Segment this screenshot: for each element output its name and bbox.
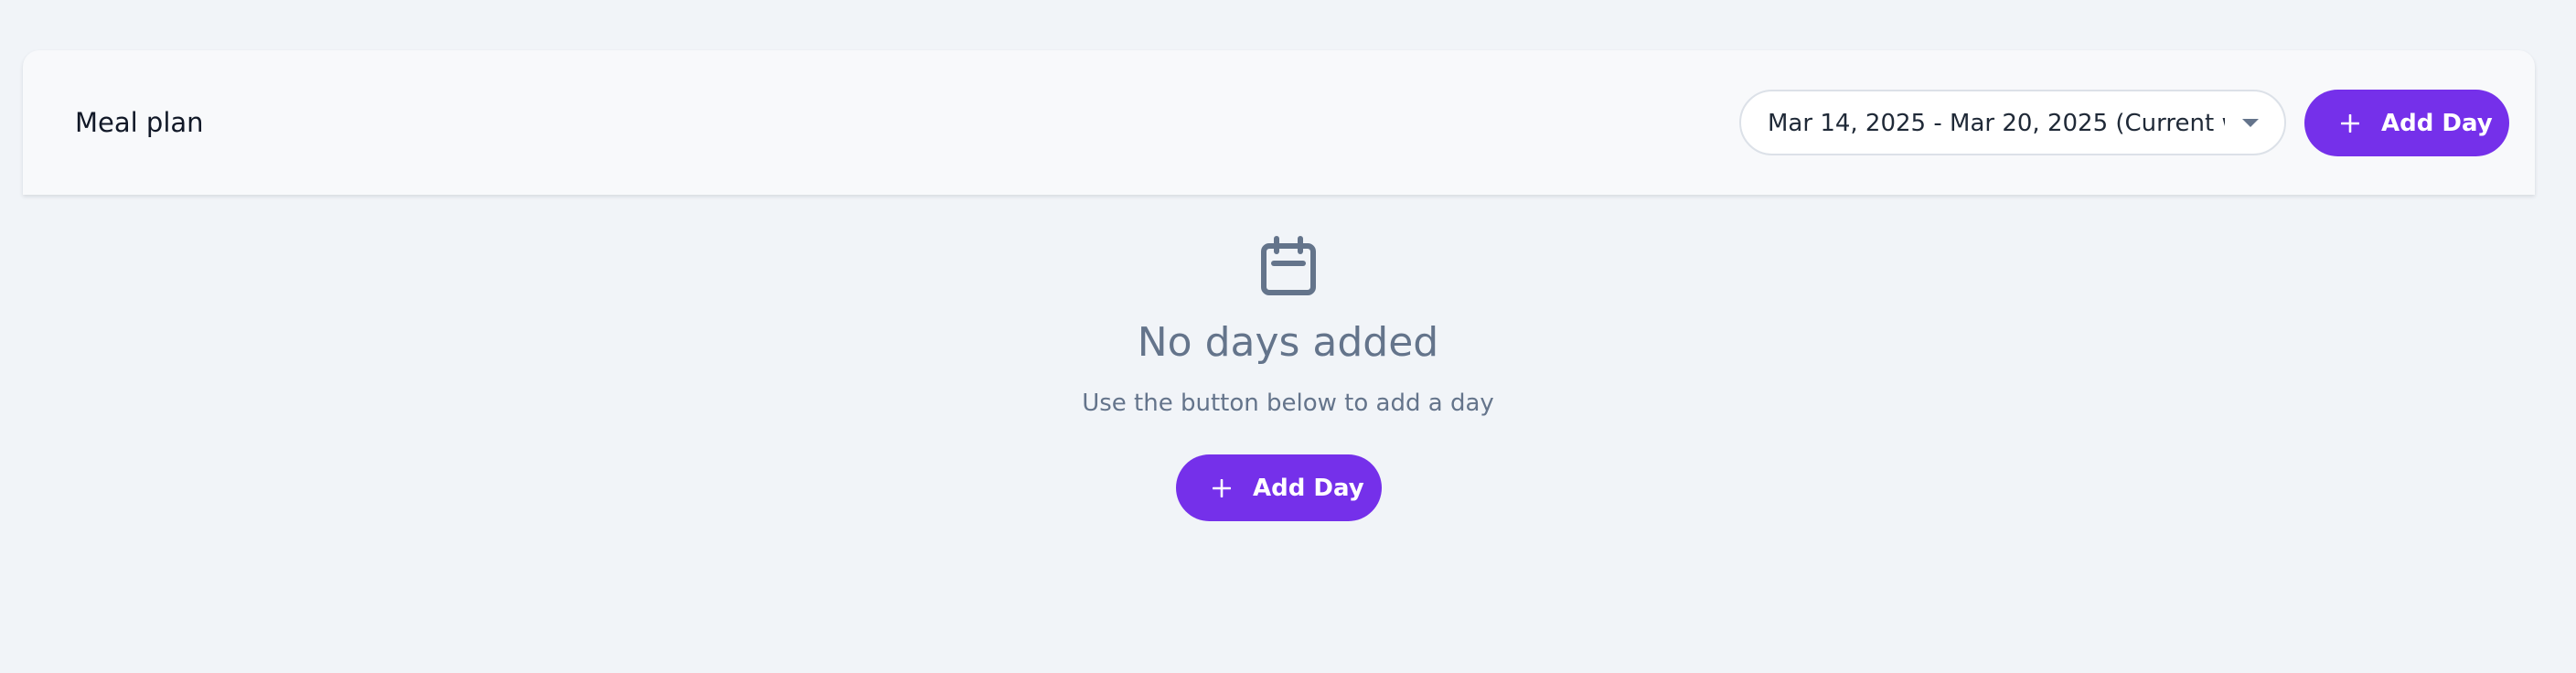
meal-plan-header: Meal plan Mar 14, 2025 - Mar 20, 2025 (C… [23, 50, 2535, 195]
calendar-icon [1260, 236, 1316, 295]
meal-plan-page: Meal plan Mar 14, 2025 - Mar 20, 2025 (C… [0, 0, 2576, 673]
week-range-select-value: Mar 14, 2025 - Mar 20, 2025 (Current w..… [1768, 110, 2225, 137]
plus-icon [1213, 478, 1231, 497]
week-range-select[interactable]: Mar 14, 2025 - Mar 20, 2025 (Current w..… [1739, 90, 2286, 155]
page-title: Meal plan [75, 107, 204, 138]
caret-down-icon [2242, 119, 2259, 127]
plus-icon [2341, 113, 2359, 133]
add-day-button-label: Add Day [2381, 109, 2493, 137]
header-add-day-button[interactable]: Add Day [2304, 90, 2509, 156]
empty-state-subtitle: Use the button below to add a day [1082, 390, 1494, 417]
empty-state: No days added Use the button below to ad… [0, 236, 2576, 422]
empty-state-add-day-button[interactable]: Add Day [1176, 454, 1382, 521]
add-day-button-label: Add Day [1253, 474, 1364, 502]
empty-state-title: No days added [1137, 319, 1439, 366]
